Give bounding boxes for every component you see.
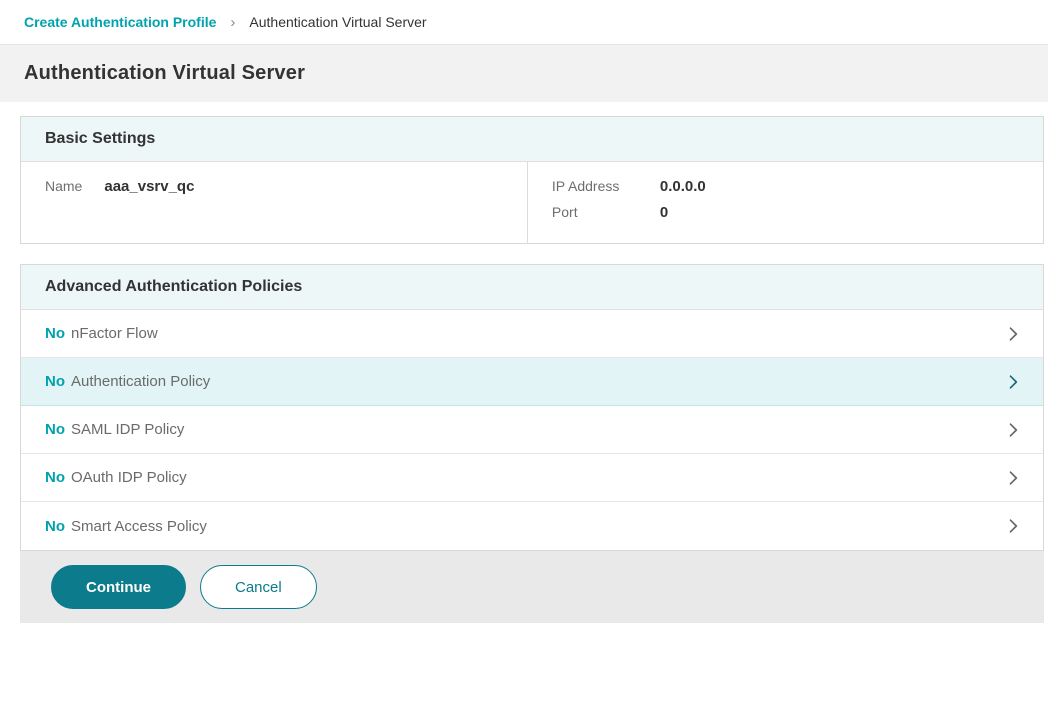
chevron-right-icon — [1003, 420, 1023, 440]
page-title-bar: Authentication Virtual Server — [0, 45, 1048, 102]
ip-address-label: IP Address — [552, 178, 644, 194]
name-label: Name — [45, 178, 82, 194]
basic-settings-header: Basic Settings — [21, 117, 1043, 162]
basic-settings-card: Basic Settings Name aaa_vsrv_qc IP Addre… — [20, 116, 1044, 244]
footer-action-bar: Continue Cancel — [20, 551, 1044, 623]
chevron-right-icon — [1003, 372, 1023, 392]
policy-row-authentication-policy[interactable]: No Authentication Policy — [21, 358, 1043, 406]
page-title: Authentication Virtual Server — [24, 62, 305, 85]
policy-label: nFactor Flow — [71, 325, 158, 342]
policy-row-nfactor-flow[interactable]: No nFactor Flow — [21, 310, 1043, 358]
policy-label: SAML IDP Policy — [71, 421, 184, 438]
port-label: Port — [552, 204, 644, 220]
name-value: aaa_vsrv_qc — [104, 178, 194, 195]
port-value: 0 — [660, 204, 1019, 221]
breadcrumb: Create Authentication Profile › Authenti… — [0, 0, 1048, 45]
policy-row-text: No Authentication Policy — [45, 373, 210, 390]
continue-button[interactable]: Continue — [51, 565, 186, 609]
advanced-authentication-policies-card: Advanced Authentication Policies NonFact… — [20, 264, 1044, 551]
chevron-right-icon — [1003, 324, 1023, 344]
breadcrumb-separator-icon: › — [230, 14, 235, 31]
policy-row-text: No Smart Access Policy — [45, 518, 207, 535]
policy-row-smart-access-policy[interactable]: No Smart Access Policy — [21, 502, 1043, 550]
advanced-policies-header: Advanced Authentication Policies — [21, 265, 1043, 310]
policy-count: No — [45, 469, 65, 486]
chevron-right-icon — [1003, 468, 1023, 488]
basic-settings-body: Name aaa_vsrv_qc IP Address 0.0.0.0 Port… — [21, 162, 1043, 243]
policy-row-oauth-idp-policy[interactable]: No OAuth IDP Policy — [21, 454, 1043, 502]
ip-address-value: 0.0.0.0 — [660, 178, 1019, 195]
policy-label: OAuth IDP Policy — [71, 469, 187, 486]
cancel-button[interactable]: Cancel — [200, 565, 317, 609]
policy-row-text: No SAML IDP Policy — [45, 421, 184, 438]
basic-settings-network-column: IP Address 0.0.0.0 Port 0 — [528, 162, 1043, 243]
policy-label: Authentication Policy — [71, 373, 210, 390]
basic-settings-name-column: Name aaa_vsrv_qc — [21, 162, 528, 243]
chevron-right-icon — [1003, 516, 1023, 536]
policy-row-text: No OAuth IDP Policy — [45, 469, 187, 486]
policy-count: No — [45, 373, 65, 390]
policy-count: No — [45, 518, 65, 535]
policy-count: No — [45, 325, 65, 342]
breadcrumb-link-create-authentication-profile[interactable]: Create Authentication Profile — [24, 14, 216, 30]
policy-row-saml-idp-policy[interactable]: No SAML IDP Policy — [21, 406, 1043, 454]
policy-row-text: No nFactor Flow — [45, 325, 158, 342]
policy-count: No — [45, 421, 65, 438]
breadcrumb-current: Authentication Virtual Server — [249, 14, 426, 30]
policy-label: Smart Access Policy — [71, 518, 207, 535]
